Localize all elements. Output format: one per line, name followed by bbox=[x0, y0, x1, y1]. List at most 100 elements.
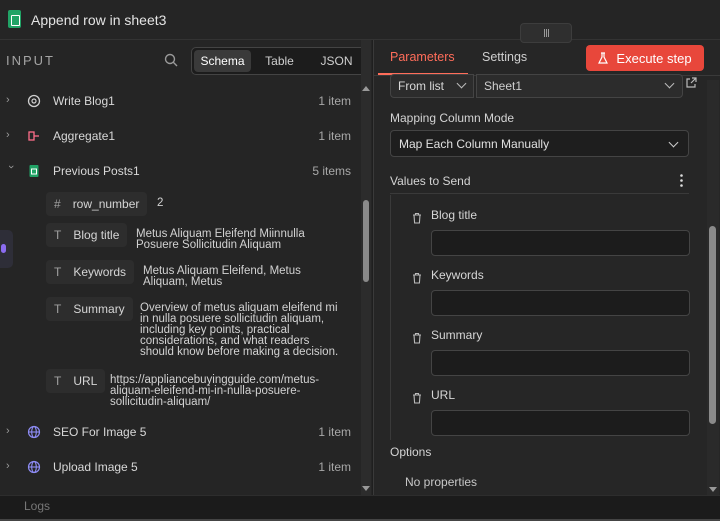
field-tag[interactable]: T Blog title bbox=[46, 223, 128, 247]
title-bar: Append row in sheet3 bbox=[0, 0, 720, 40]
tab-table[interactable]: Table bbox=[251, 50, 308, 72]
tab-parameters[interactable]: Parameters bbox=[390, 50, 455, 64]
parameters-tabs: Parameters Settings Execute step bbox=[374, 40, 720, 76]
node-name: SEO For Image 5 bbox=[53, 425, 147, 439]
node-item-count: 1 item bbox=[318, 129, 351, 143]
node-item-count: 1 item bbox=[318, 94, 351, 108]
sheet-select[interactable]: Sheet1 bbox=[476, 74, 683, 98]
column-value-input[interactable] bbox=[431, 410, 690, 436]
from-list-dropdown[interactable]: From list bbox=[390, 74, 474, 98]
globe-icon bbox=[27, 460, 41, 474]
trash-icon[interactable] bbox=[412, 332, 422, 344]
field-name: Summary bbox=[73, 302, 125, 316]
column-label: URL bbox=[431, 388, 456, 402]
view-mode-tabs: Schema Table JSON bbox=[191, 47, 368, 75]
node-name: Previous Posts1 bbox=[53, 164, 140, 178]
schema-field-keywords[interactable]: T Keywords Metus Aliquam Eleifend, Metus… bbox=[46, 260, 346, 294]
field-tag[interactable]: # row_number bbox=[46, 192, 148, 216]
values-to-send-label: Values to Send bbox=[390, 174, 471, 188]
tab-settings[interactable]: Settings bbox=[482, 50, 527, 64]
node-item-count: 1 item bbox=[318, 460, 351, 474]
options-label: Options bbox=[390, 445, 432, 459]
chevron-down-icon bbox=[456, 78, 467, 89]
column-value-input[interactable] bbox=[431, 230, 690, 256]
node-row-upload-image[interactable]: › Upload Image 5 1 item bbox=[0, 454, 360, 480]
logs-toggle[interactable]: Logs bbox=[24, 499, 50, 513]
schema-field-blog-title[interactable]: T Blog title Metus Aliquam Eleifend Miin… bbox=[46, 223, 346, 257]
field-value: Overview of metus aliquam eleifend mi in… bbox=[140, 302, 339, 358]
field-name: row_number bbox=[72, 197, 140, 211]
column-label: Keywords bbox=[431, 268, 484, 282]
text-type-icon: T bbox=[54, 302, 62, 316]
field-name: Keywords bbox=[73, 265, 127, 279]
field-value: Metus Aliquam Eleifend Miinnulla Posuere… bbox=[136, 228, 305, 251]
panel-drag-handle[interactable] bbox=[520, 23, 572, 43]
field-value: Metus Aliquam Eleifend, Metus Aliquam, M… bbox=[143, 265, 301, 288]
aggregate-icon bbox=[28, 131, 39, 141]
parameters-scrollbar-thumb[interactable] bbox=[709, 226, 716, 424]
text-type-icon: T bbox=[54, 265, 62, 279]
node-row-previous-posts[interactable]: › Previous Posts1 5 items bbox=[0, 158, 360, 184]
column-label: Summary bbox=[431, 328, 483, 342]
openai-icon bbox=[27, 94, 41, 108]
text-type-icon: T bbox=[54, 228, 62, 242]
field-name: Blog title bbox=[73, 228, 120, 242]
values-to-send-header: Values to Send bbox=[390, 170, 689, 194]
execute-step-label: Execute step bbox=[616, 50, 692, 66]
mapping-mode-select[interactable]: Map Each Column Manually bbox=[390, 130, 689, 157]
chevron-right-icon[interactable]: › bbox=[6, 425, 16, 437]
chevron-right-icon[interactable]: › bbox=[6, 94, 16, 106]
field-tag[interactable]: T Keywords bbox=[46, 260, 135, 284]
schema-field-summary[interactable]: T Summary Overview of metus aliquam elei… bbox=[46, 297, 356, 367]
no-properties-text: No properties bbox=[405, 475, 478, 489]
panel-collapse-handle[interactable] bbox=[0, 230, 13, 268]
node-name: Write Blog1 bbox=[53, 94, 115, 108]
external-link-icon[interactable] bbox=[685, 77, 697, 89]
trash-icon[interactable] bbox=[412, 392, 422, 404]
mapping-mode-value: Map Each Column Manually bbox=[399, 136, 550, 151]
column-value-input[interactable] bbox=[431, 290, 690, 316]
chevron-down-icon[interactable]: › bbox=[5, 165, 17, 175]
scroll-up-icon[interactable] bbox=[362, 86, 370, 91]
mapping-mode-label: Mapping Column Mode bbox=[390, 111, 515, 125]
globe-icon bbox=[27, 425, 41, 439]
node-name: Upload Image 5 bbox=[53, 460, 138, 474]
schema-field-url[interactable]: T URL https://appliancebuyingguide.com/m… bbox=[46, 369, 356, 415]
node-name: Aggregate1 bbox=[53, 129, 116, 143]
input-panel: INPUT Schema Table JSON › Write Blog1 1 … bbox=[0, 40, 372, 495]
logs-bar: Logs bbox=[0, 495, 720, 521]
execute-step-button[interactable]: Execute step bbox=[586, 45, 704, 71]
field-tag[interactable]: T Summary bbox=[46, 297, 133, 321]
chevron-down-icon bbox=[664, 78, 675, 89]
more-options-icon[interactable] bbox=[680, 174, 683, 187]
sheet-value: Sheet1 bbox=[484, 79, 523, 93]
scroll-down-icon[interactable] bbox=[362, 486, 370, 491]
google-sheets-icon bbox=[29, 165, 39, 177]
scroll-down-icon[interactable] bbox=[709, 487, 717, 492]
column-label: Blog title bbox=[431, 208, 478, 222]
node-row-aggregate[interactable]: › Aggregate1 1 item bbox=[0, 123, 360, 149]
number-type-icon: # bbox=[54, 197, 61, 211]
search-icon[interactable] bbox=[164, 53, 178, 67]
column-value-input[interactable] bbox=[431, 350, 690, 376]
chevron-down-icon bbox=[668, 137, 679, 148]
field-tag[interactable]: T URL bbox=[46, 369, 106, 393]
node-row-write-blog[interactable]: › Write Blog1 1 item bbox=[0, 88, 360, 114]
tab-schema[interactable]: Schema bbox=[194, 50, 251, 72]
text-type-icon: T bbox=[54, 374, 62, 388]
node-row-seo-for-image[interactable]: › SEO For Image 5 1 item bbox=[0, 419, 360, 445]
chevron-right-icon[interactable]: › bbox=[6, 460, 16, 472]
input-scrollbar-thumb[interactable] bbox=[363, 200, 369, 282]
tab-json[interactable]: JSON bbox=[308, 50, 365, 72]
field-name: URL bbox=[73, 374, 98, 388]
google-sheets-icon bbox=[8, 10, 21, 28]
trash-icon[interactable] bbox=[412, 272, 422, 284]
window-title: Append row in sheet3 bbox=[31, 12, 167, 28]
field-value: 2 bbox=[157, 197, 164, 209]
input-label: INPUT bbox=[6, 53, 55, 68]
flask-icon bbox=[598, 52, 609, 64]
trash-icon[interactable] bbox=[412, 212, 422, 224]
schema-field-row-number[interactable]: # row_number 2 bbox=[46, 192, 346, 218]
node-item-count: 5 items bbox=[312, 164, 351, 178]
chevron-right-icon[interactable]: › bbox=[6, 129, 16, 141]
